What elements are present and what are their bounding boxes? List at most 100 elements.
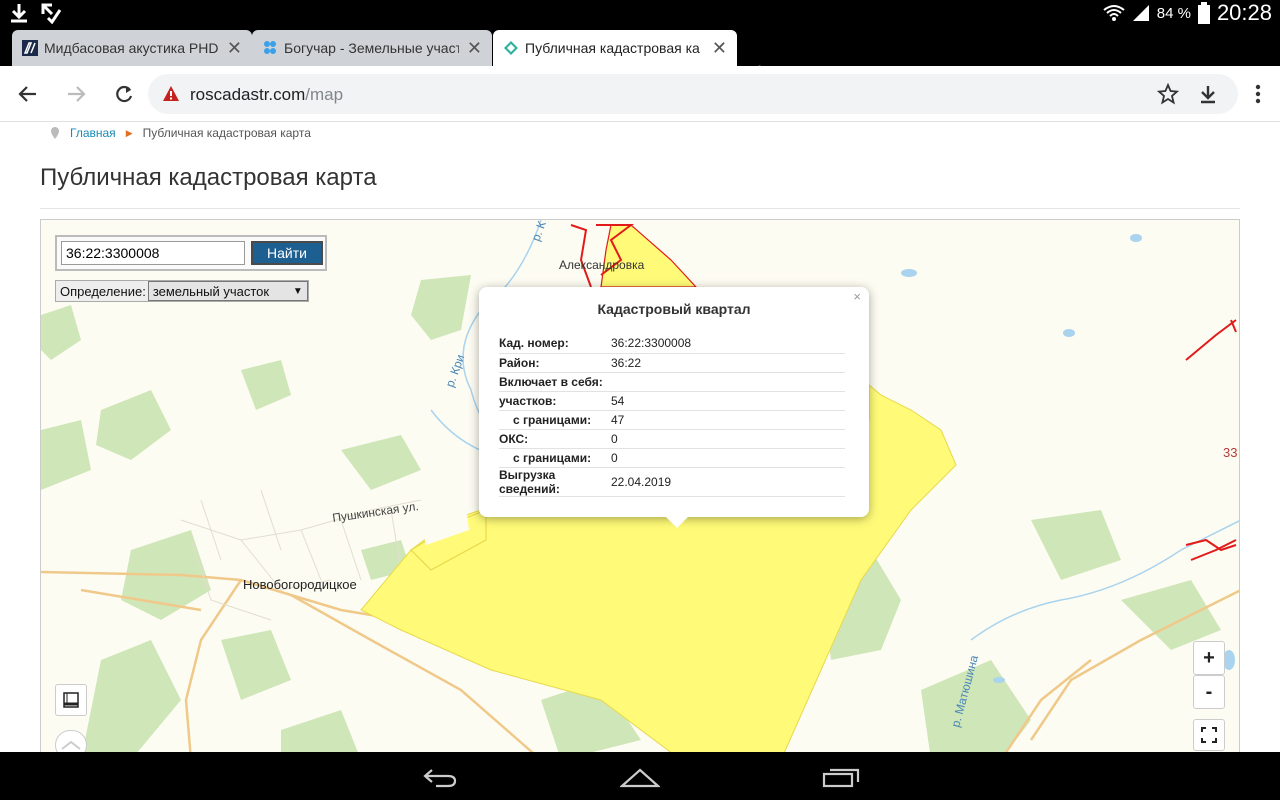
title-divider xyxy=(40,208,1240,209)
breadcrumb: Главная ▶ Публичная кадастровая карта xyxy=(50,126,311,140)
wifi-icon xyxy=(1103,5,1125,21)
popup-tail xyxy=(665,516,689,528)
forward-button[interactable] xyxy=(62,80,90,108)
popup-row: ОКС: 0 xyxy=(499,429,845,449)
popup-row-key: с границами: xyxy=(499,448,611,468)
url-text: roscadastr.com/map xyxy=(190,85,343,105)
popup-info-table: Кад. номер: 36:22:3300008 Район: 36:22 Включ… xyxy=(499,334,845,497)
layers-button[interactable] xyxy=(55,684,87,716)
popup-row-key: ОКС: xyxy=(499,429,611,449)
popup-row: Кад. номер: 36:22:3300008 xyxy=(499,334,845,354)
home-nav-icon[interactable] xyxy=(620,766,660,788)
warning-icon xyxy=(163,86,179,101)
popup-row-key: Включает в себя: xyxy=(499,372,611,392)
popup-row-key: Выгрузка сведений: xyxy=(499,467,611,497)
label-novobogoroditskoe: Новобогородицкое xyxy=(243,577,357,592)
download-icon xyxy=(11,4,27,23)
definition-selected-value: земельный участок xyxy=(152,283,270,299)
url-host: roscadastr.com xyxy=(190,85,306,104)
arrow-right-icon xyxy=(68,86,86,102)
fullscreen-button[interactable] xyxy=(1193,719,1225,751)
bookmark-button[interactable] xyxy=(1154,80,1182,108)
location-pin-icon xyxy=(51,127,59,139)
popup-row: Район: 36:22 xyxy=(499,353,845,373)
zoom-in-button[interactable]: + xyxy=(1193,641,1225,675)
address-bar[interactable]: roscadastr.com/map xyxy=(148,74,1238,114)
download-button[interactable] xyxy=(1194,80,1222,108)
tab-title: Публичная кадастровая ка xyxy=(525,40,700,56)
url-path: /map xyxy=(305,85,344,104)
popup-row: Включает в себя: xyxy=(499,372,845,392)
popup-row-value: 47 xyxy=(611,410,845,430)
tab-title: Мидбасовая акустика PHD xyxy=(44,40,219,56)
close-icon[interactable]: ✕ xyxy=(712,38,727,59)
page-title: Публичная кадастровая карта xyxy=(40,164,377,191)
tab-strip: Мидбасовая акустика PHD ✕ Богучар - Земе… xyxy=(0,26,1280,85)
clock: 20:28 xyxy=(1216,0,1272,25)
tab-midbass[interactable]: Мидбасовая акустика PHD ✕ xyxy=(12,30,252,66)
label-pushkinskaya: Пушкинская ул. xyxy=(331,499,419,525)
recent-apps-icon[interactable] xyxy=(822,766,860,788)
popup-row-key: с границами: xyxy=(499,410,611,430)
browser-toolbar: roscadastr.com/map xyxy=(0,66,1280,122)
breadcrumb-separator-icon: ▶ xyxy=(125,127,133,138)
map-container[interactable]: Александровка Новобогородицкое Пушкинска… xyxy=(40,219,1240,752)
status-bar: 84 % 20:28 xyxy=(0,0,1280,26)
popup-row-value: 0 xyxy=(611,429,845,449)
menu-button[interactable] xyxy=(1244,80,1272,108)
search-panel: Найти xyxy=(55,235,327,271)
close-icon[interactable]: ✕ xyxy=(227,38,242,59)
signal-icon xyxy=(1132,5,1149,21)
more-vert-icon xyxy=(1255,84,1261,104)
popup-row-key: Кад. номер: xyxy=(499,334,611,354)
label-river-k: р. К xyxy=(529,220,549,243)
popup-row: участков: 54 xyxy=(499,391,845,411)
popup-row-key: Район: xyxy=(499,353,611,373)
popup-row-value: 22.04.2019 xyxy=(611,467,845,497)
map-layer-icon xyxy=(63,692,79,708)
label-aleksandrovka: Александровка xyxy=(559,258,645,272)
search-button[interactable]: Найти xyxy=(251,241,323,265)
top-parcel[interactable] xyxy=(600,224,698,288)
system-nav-bar xyxy=(0,752,1280,800)
definition-row: Определение: земельный участок ▼ xyxy=(55,280,309,302)
tab-title: Богучар - Земельные участ xyxy=(284,40,459,56)
cadastral-info-popup: × Кадастровый квартал Кад. номер: 36:22:3… xyxy=(479,287,869,528)
definition-select[interactable]: земельный участок ▼ xyxy=(147,281,308,301)
back-button[interactable] xyxy=(14,80,42,108)
back-nav-icon[interactable] xyxy=(422,766,458,788)
dropdown-arrow-icon: ▼ xyxy=(292,285,303,297)
breadcrumb-current: Публичная кадастровая карта xyxy=(142,126,311,140)
definition-label: Определение: xyxy=(60,283,146,299)
zoom-out-button[interactable]: - xyxy=(1193,675,1225,709)
dots-icon xyxy=(264,41,276,54)
popup-row-value: 36:22:3300008 xyxy=(611,334,845,354)
tab-boguchar[interactable]: Богучар - Земельные участ ✕ xyxy=(252,30,492,66)
cadastral-number-input[interactable] xyxy=(61,241,245,265)
popup-row-value: 54 xyxy=(611,391,845,411)
popup-row-value: 0 xyxy=(611,448,845,468)
download-icon xyxy=(1201,86,1215,104)
cadastre-icon xyxy=(504,41,518,55)
popup-row-value xyxy=(611,372,845,392)
battery-percent: 84 % xyxy=(1156,4,1191,22)
breadcrumb-home-link[interactable]: Главная xyxy=(70,126,116,140)
page-content: Главная ▶ Публичная кадастровая карта Пу… xyxy=(0,122,1280,752)
arrow-left-icon xyxy=(18,86,36,102)
star-icon xyxy=(1157,83,1179,105)
page-icon xyxy=(22,40,38,56)
popup-row: Выгрузка сведений: 22.04.2019 xyxy=(499,467,845,497)
reload-icon xyxy=(116,85,133,103)
fullscreen-icon xyxy=(1201,727,1217,743)
close-icon[interactable]: ✕ xyxy=(467,38,482,59)
battery-icon xyxy=(1197,2,1210,24)
reload-button[interactable] xyxy=(110,80,138,108)
label-edge-number: 33 xyxy=(1223,445,1237,460)
popup-row: с границами: 0 xyxy=(499,448,845,468)
basemap-switch-button[interactable] xyxy=(55,730,87,752)
popup-row: с границами: 47 xyxy=(499,410,845,430)
popup-row-value: 36:22 xyxy=(611,353,845,373)
popup-title: Кадастровый квартал xyxy=(597,301,751,317)
tab-cadastre[interactable]: Публичная кадастровая ка ✕ xyxy=(493,30,737,66)
chevron-up-icon xyxy=(61,740,81,750)
